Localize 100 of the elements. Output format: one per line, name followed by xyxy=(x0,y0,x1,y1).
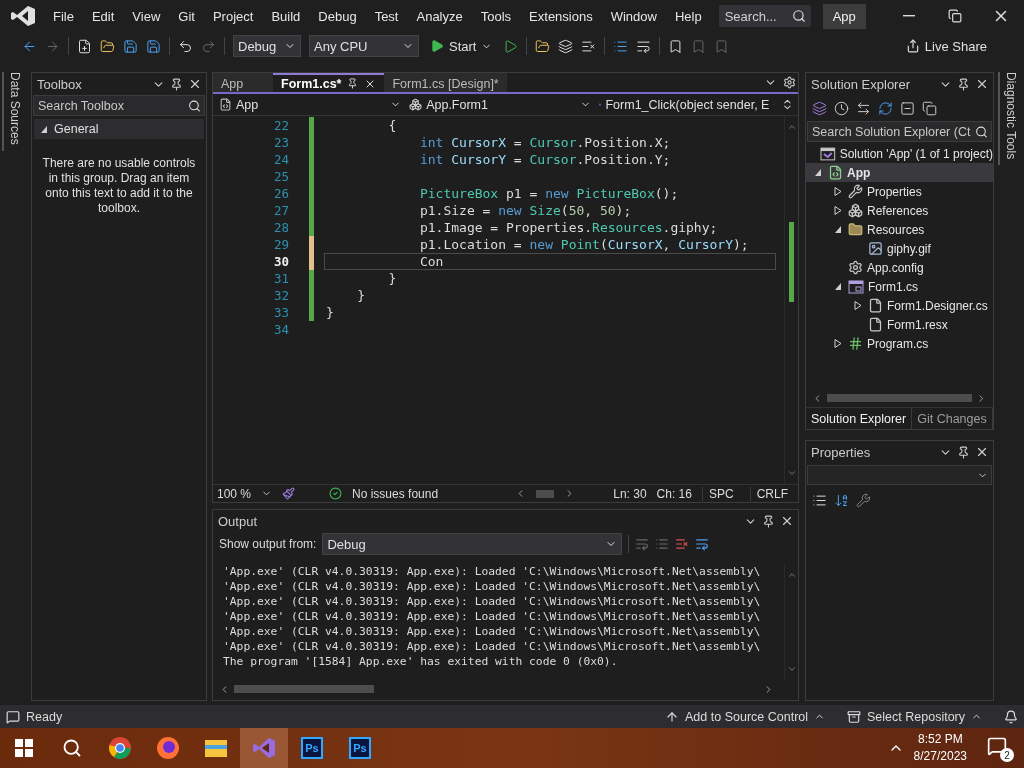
panel-tab[interactable]: Git Changes xyxy=(912,408,993,429)
switch-views-icon[interactable] xyxy=(812,100,827,116)
folder-icon[interactable] xyxy=(535,38,551,54)
output-source-dropdown[interactable]: Debug xyxy=(322,533,623,555)
clear-all-icon[interactable] xyxy=(675,537,690,551)
sort-icon[interactable] xyxy=(834,492,849,508)
pin-icon[interactable] xyxy=(957,77,970,91)
collapse-arrow-icon[interactable] xyxy=(834,225,842,234)
editor-tab[interactable]: Form1.cs* xyxy=(273,73,385,92)
tree-item[interactable]: App.config xyxy=(806,258,993,277)
add-to-source-control-button[interactable]: Add to Source Control xyxy=(685,709,809,724)
collapse-arrow-icon[interactable] xyxy=(814,168,822,177)
menu-item[interactable]: Edit xyxy=(82,8,124,24)
menu-item[interactable]: File xyxy=(44,8,83,24)
expand-arrow-icon[interactable] xyxy=(854,301,862,310)
scrollbar[interactable] xyxy=(784,116,798,484)
redo-icon[interactable] xyxy=(201,38,216,54)
collapse-arrow-icon[interactable] xyxy=(40,124,48,134)
word-wrap-icon[interactable] xyxy=(695,537,710,551)
editor-tab[interactable]: App xyxy=(213,73,273,92)
refresh-icon[interactable] xyxy=(878,100,893,116)
wrench-icon[interactable] xyxy=(856,492,871,508)
pin-icon[interactable] xyxy=(762,514,775,528)
menu-item[interactable]: View xyxy=(123,8,170,24)
tree-item[interactable]: References xyxy=(806,201,993,220)
scroll-down-icon[interactable] xyxy=(786,664,797,674)
line-ending[interactable]: CRLF xyxy=(749,486,794,501)
tree-item[interactable]: Properties xyxy=(806,182,993,201)
editor-tab[interactable]: Form1.cs [Design]* xyxy=(384,73,507,92)
collapse-arrow-icon[interactable] xyxy=(834,282,842,291)
scroll-down-icon[interactable] xyxy=(786,468,797,478)
taskbar-app[interactable]: Ps xyxy=(336,728,384,768)
menu-item[interactable]: Analyze xyxy=(407,8,472,24)
brush-icon[interactable] xyxy=(282,487,296,500)
menu-item[interactable]: Git xyxy=(169,8,204,24)
live-share-button[interactable]: Live Share xyxy=(902,35,990,57)
play-icon[interactable] xyxy=(503,38,519,54)
scrollbar-thumb[interactable] xyxy=(234,685,374,693)
tree-item[interactable]: Form1.resx xyxy=(806,315,993,334)
menu-item[interactable]: Tools xyxy=(471,8,521,24)
split-icon[interactable] xyxy=(781,98,794,111)
tree-item[interactable]: giphy.gif xyxy=(806,239,993,258)
back-icon[interactable] xyxy=(22,38,37,54)
side-tab[interactable]: Diagnostic Tools xyxy=(998,72,1022,166)
navigation-dropdown[interactable]: Form1_Click(object sender, E xyxy=(597,95,778,114)
save-icon[interactable] xyxy=(123,38,138,54)
scroll-up-icon[interactable] xyxy=(786,570,797,580)
save-all-icon[interactable] xyxy=(146,38,161,54)
menu-item[interactable]: Window xyxy=(601,8,666,24)
issues-status[interactable]: No issues found xyxy=(352,486,439,501)
navigation-dropdown[interactable]: App xyxy=(217,95,404,114)
menu-item[interactable]: Build xyxy=(262,8,310,24)
wrap-icon[interactable] xyxy=(636,38,652,54)
expand-arrow-icon[interactable] xyxy=(834,187,842,196)
navigation-dropdown[interactable]: App.Form1 xyxy=(407,95,594,114)
bell-icon[interactable] xyxy=(1004,709,1018,724)
scrollbar-thumb[interactable] xyxy=(826,394,973,402)
side-tab[interactable]: Data Sources xyxy=(2,72,26,151)
tree-item[interactable]: Program.cs xyxy=(806,334,993,353)
toolbox-group-header[interactable]: General xyxy=(34,119,204,139)
categorized-icon[interactable] xyxy=(812,492,827,508)
menu-item[interactable]: Test xyxy=(365,8,408,24)
undo-icon[interactable] xyxy=(178,38,193,54)
notifications-button[interactable]: 2 xyxy=(985,734,1014,762)
menu-item[interactable]: Project xyxy=(203,8,263,24)
layers-icon[interactable] xyxy=(558,38,574,54)
search-icon[interactable] xyxy=(188,99,201,112)
configuration-dropdown[interactable]: Debug xyxy=(233,35,301,57)
tree-item[interactable]: App xyxy=(806,163,993,182)
scroll-up-icon[interactable] xyxy=(786,122,797,132)
pin-icon[interactable] xyxy=(170,77,183,91)
taskbar-app[interactable]: Ps xyxy=(288,728,336,768)
show-all-files-icon[interactable] xyxy=(922,100,937,116)
close-icon[interactable] xyxy=(975,77,989,91)
tree-item[interactable]: Form1.cs xyxy=(806,277,993,296)
search-field[interactable]: Search Solution Explorer (Ct xyxy=(807,121,992,142)
pin-icon[interactable] xyxy=(957,445,970,459)
close-icon[interactable] xyxy=(780,514,794,528)
start-button[interactable]: Start xyxy=(427,35,496,57)
platform-dropdown[interactable]: Any CPU xyxy=(309,35,419,57)
search-field[interactable]: Search Toolbox xyxy=(33,95,205,116)
open-folder-icon[interactable] xyxy=(100,38,115,54)
tree-item[interactable]: Form1.Designer.cs xyxy=(806,296,993,315)
tree-item[interactable]: Solution 'App' (1 of 1 project) xyxy=(806,144,993,163)
menu-item[interactable]: Debug xyxy=(309,8,366,24)
collapse-all-icon[interactable] xyxy=(900,100,915,116)
menu-item[interactable]: Help xyxy=(665,8,711,24)
sync-icon[interactable] xyxy=(856,100,871,116)
bookmark-icon[interactable] xyxy=(668,38,684,54)
search-icon[interactable] xyxy=(791,9,806,23)
settings-icon[interactable] xyxy=(783,76,796,89)
close-icon[interactable] xyxy=(975,445,989,459)
expand-arrow-icon[interactable] xyxy=(834,339,842,348)
list-icon[interactable] xyxy=(581,38,597,54)
clock-time[interactable]: 8:52 PM xyxy=(917,731,963,748)
menu-item[interactable]: Extensions xyxy=(520,8,602,24)
zoom-level[interactable]: 100 % xyxy=(217,486,252,501)
select-repository-button[interactable]: Select Repository xyxy=(867,709,965,724)
scrollbar-thumb[interactable] xyxy=(536,489,555,498)
expand-arrow-icon[interactable] xyxy=(834,206,842,215)
